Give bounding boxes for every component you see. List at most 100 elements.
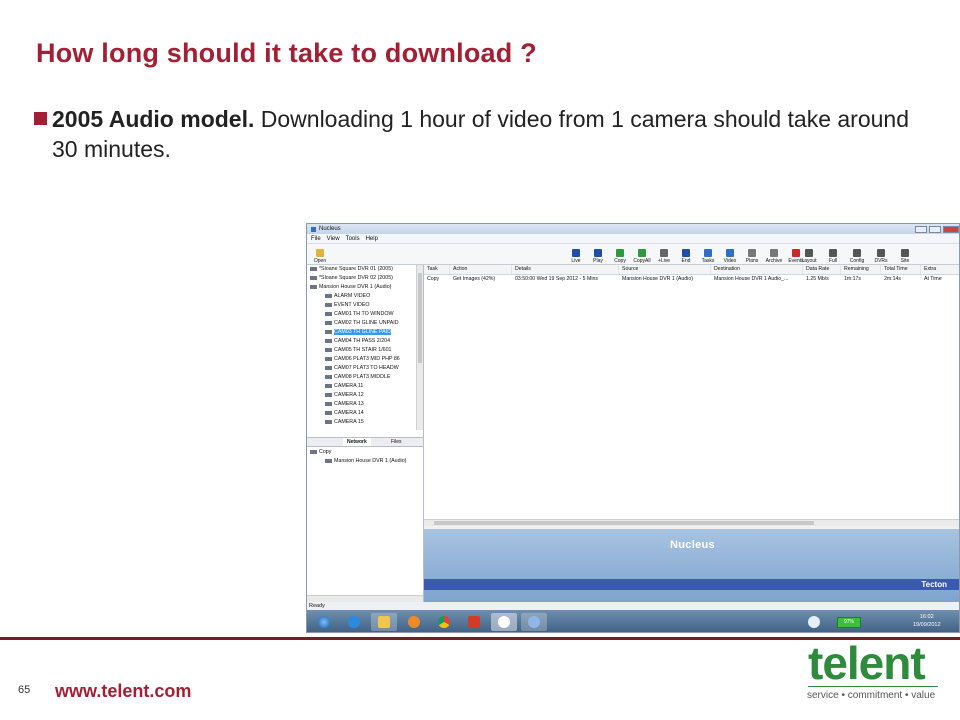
tasks-icon bbox=[704, 249, 712, 257]
table-row[interactable]: Copy Get Images (42%) 03:50:00 Wed 19 Sep … bbox=[424, 275, 959, 284]
tree-item-label: Mansion House DVR 1 (Audio) bbox=[334, 458, 407, 464]
minimize-button[interactable] bbox=[915, 225, 927, 233]
start-button[interactable] bbox=[311, 613, 337, 631]
tree-item[interactable]: CAM07 PLAT3 TO HEADW bbox=[307, 364, 423, 373]
tree-item[interactable]: EVENT VIDEO bbox=[307, 301, 423, 310]
column-header[interactable]: Details bbox=[512, 265, 619, 274]
column-header[interactable]: Action bbox=[450, 265, 512, 274]
column-header[interactable]: Total Time bbox=[881, 265, 921, 274]
tree-item[interactable]: *Sloane Square DVR 01 (2005) bbox=[307, 265, 423, 274]
plans-button[interactable]: Plans bbox=[741, 249, 763, 264]
menu-tools[interactable]: Tools bbox=[346, 236, 360, 242]
device-tree: *Sloane Square DVR 01 (2005) *Sloane Squa… bbox=[307, 265, 423, 427]
banner-stripe bbox=[424, 579, 959, 590]
column-header[interactable]: Data Rate bbox=[803, 265, 841, 274]
clock[interactable]: 16:02 19/09/2012 bbox=[913, 613, 941, 629]
maximize-button[interactable] bbox=[929, 225, 941, 233]
column-header[interactable]: Source bbox=[619, 265, 711, 274]
clock-date: 19/09/2012 bbox=[913, 622, 941, 628]
tree-item[interactable]: CAM04 TH PASS 2/204 bbox=[307, 337, 423, 346]
tree-hscrollbar[interactable] bbox=[307, 595, 423, 602]
battery-indicator[interactable]: 97% bbox=[837, 617, 861, 628]
toolbar-label: Copy bbox=[614, 258, 626, 264]
close-button[interactable] bbox=[943, 225, 959, 233]
config-button[interactable]: Config bbox=[845, 249, 869, 264]
folder-icon bbox=[378, 616, 390, 628]
tree-item[interactable]: CAMERA 11 bbox=[307, 382, 423, 391]
tree-item[interactable]: CAMERA 12 bbox=[307, 391, 423, 400]
column-header[interactable]: Task bbox=[424, 265, 450, 274]
taskbar-chrome[interactable] bbox=[431, 613, 457, 631]
video-icon bbox=[726, 249, 734, 257]
full-button[interactable]: Full bbox=[821, 249, 845, 264]
toolbar-label: Full bbox=[828, 258, 838, 264]
tree-item[interactable]: Mansion House DVR 1 (Audio) bbox=[307, 457, 423, 466]
menu-view[interactable]: View bbox=[327, 236, 340, 242]
tree-scrollbar[interactable] bbox=[416, 265, 423, 430]
battery-level: 97% bbox=[843, 619, 854, 625]
tab-network[interactable]: Network bbox=[343, 438, 371, 446]
copyall-button[interactable]: CopyAll bbox=[631, 249, 653, 264]
tree-item[interactable]: CAM06 PLAT3 MID PHP 86 bbox=[307, 355, 423, 364]
tree-item[interactable]: CAM03 TH GLINE PAID bbox=[307, 328, 423, 337]
video-button[interactable]: Video bbox=[719, 249, 741, 264]
tree-item[interactable]: CAMERA 14 bbox=[307, 409, 423, 418]
scrollbar-thumb[interactable] bbox=[418, 273, 422, 363]
tree-item[interactable]: CAMERA 13 bbox=[307, 400, 423, 409]
copyall-icon bbox=[638, 249, 646, 257]
dvr-icon bbox=[310, 284, 317, 289]
config-icon bbox=[853, 249, 861, 257]
toolbar-label: Archive bbox=[765, 258, 783, 264]
live-button[interactable]: +Live bbox=[653, 249, 675, 264]
grid-hscrollbar[interactable] bbox=[424, 519, 959, 526]
taskbar-nucleus[interactable] bbox=[491, 613, 517, 631]
column-header[interactable]: Extra bbox=[921, 265, 959, 274]
taskbar-media[interactable] bbox=[401, 613, 427, 631]
site-icon bbox=[901, 249, 909, 257]
toolbar-label: Open bbox=[313, 258, 327, 264]
camera-icon bbox=[325, 374, 332, 379]
toolbar-label: Plans bbox=[745, 258, 759, 264]
play-button[interactable]: Play bbox=[587, 249, 609, 264]
column-header[interactable]: Remaining bbox=[841, 265, 881, 274]
tree-item[interactable]: *Sloane Square DVR 02 (2005) bbox=[307, 274, 423, 283]
play-icon bbox=[594, 249, 602, 257]
layout-button[interactable]: Layout bbox=[797, 249, 821, 264]
taskbar-acrobat[interactable] bbox=[461, 613, 487, 631]
tree-item[interactable]: CAMERA 15 bbox=[307, 418, 423, 427]
logo-underline bbox=[808, 686, 938, 687]
open-button[interactable]: Open bbox=[309, 249, 331, 264]
tab-files[interactable]: Files bbox=[387, 438, 406, 446]
taskbar-ie[interactable] bbox=[341, 613, 367, 631]
tree-item[interactable]: CAM05 TH STAIR 1/601 bbox=[307, 346, 423, 355]
tree-item-label: CAM02 TH GLINE UNPAID bbox=[334, 320, 399, 326]
column-header[interactable]: Destination bbox=[711, 265, 803, 274]
taskbar-paint[interactable] bbox=[521, 613, 547, 631]
camera-icon bbox=[325, 320, 332, 325]
site-button[interactable]: Site bbox=[893, 249, 917, 264]
taskbar-network[interactable] bbox=[801, 613, 827, 631]
menu-help[interactable]: Help bbox=[366, 236, 378, 242]
menu-file[interactable]: File bbox=[311, 236, 321, 242]
end-button[interactable]: End bbox=[675, 249, 697, 264]
tree-item-label: *Sloane Square DVR 01 (2005) bbox=[319, 266, 393, 272]
taskbar-explorer[interactable] bbox=[371, 613, 397, 631]
tree-item-label: Copy bbox=[319, 449, 332, 455]
tree-item[interactable]: CAM02 TH GLINE UNPAID bbox=[307, 319, 423, 328]
tree-item[interactable]: CAM08 PLAT3 MIDDLE bbox=[307, 373, 423, 382]
tree-item[interactable]: Mansion House DVR 1 (Audio) bbox=[307, 283, 423, 292]
open-icon bbox=[316, 249, 324, 257]
tasks-button[interactable]: Tasks bbox=[697, 249, 719, 264]
tree-item-label: CAM08 PLAT3 MIDDLE bbox=[334, 374, 391, 380]
archive-button[interactable]: Archive bbox=[763, 249, 785, 264]
tree-item[interactable]: ALARM VIDEO bbox=[307, 292, 423, 301]
camera-icon bbox=[325, 419, 332, 424]
live-button[interactable]: Live bbox=[565, 249, 587, 264]
camera-icon bbox=[325, 356, 332, 361]
tree-item[interactable]: Copy bbox=[307, 448, 423, 457]
tree-item[interactable]: CAM01 TH TO WINDOW bbox=[307, 310, 423, 319]
dvrs-button[interactable]: DVRs bbox=[869, 249, 893, 264]
copy-button[interactable]: Copy bbox=[609, 249, 631, 264]
archive-icon bbox=[770, 249, 778, 257]
scrollbar-thumb[interactable] bbox=[434, 521, 814, 525]
